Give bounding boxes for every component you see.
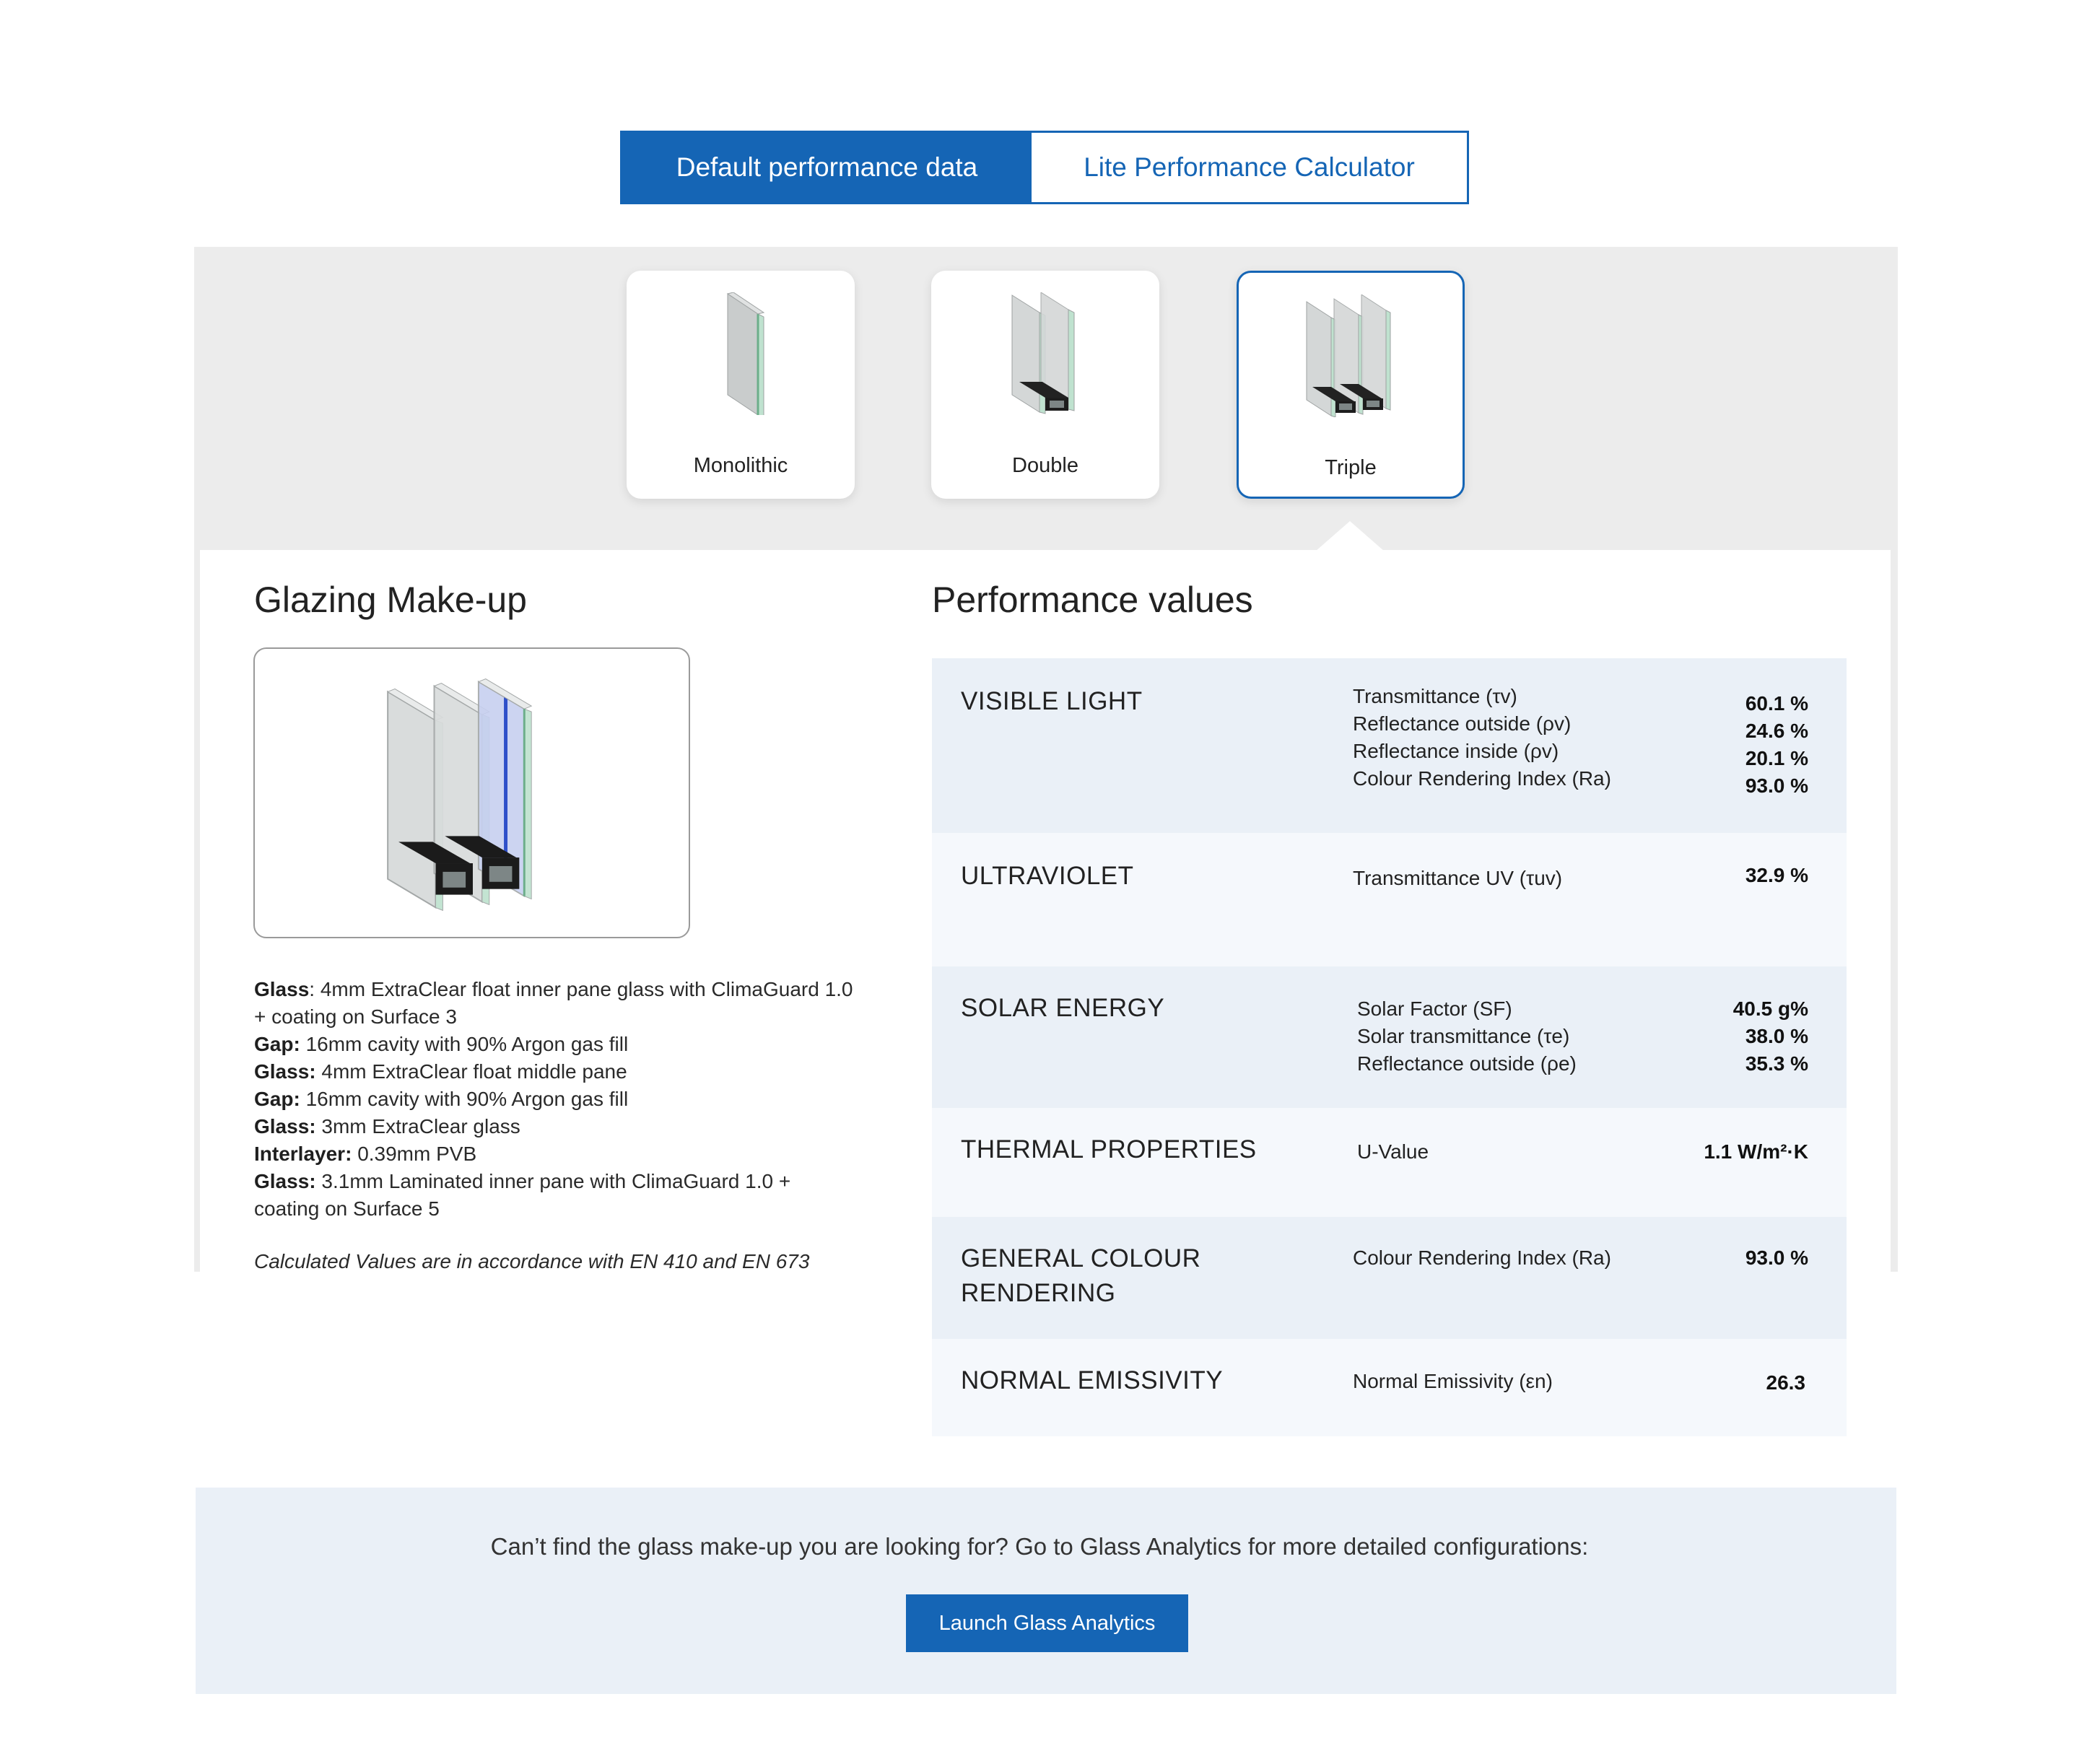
performance-labels: U-Value [1357,1138,1429,1166]
performance-label: Solar transmittance (τe) [1357,1025,1570,1047]
makeup-line-key: Glass: [254,1170,316,1192]
monolithic-glass-icon [726,292,765,415]
performance-label: U-Value [1357,1140,1429,1163]
makeup-line-key: Glass: [254,1060,316,1083]
performance-value: 35.3 % [1745,1052,1808,1075]
double-glazing-icon [1011,292,1075,414]
makeup-line-text: 16mm cavity with 90% Argon gas fill [305,1088,629,1110]
selection-pointer [1315,521,1385,551]
performance-category: VISIBLE LIGHT [961,687,1143,715]
makeup-line-key: Glass [254,978,310,1000]
performance-value: 26.3 [1766,1371,1806,1394]
makeup-line: Glass: 3.1mm Laminated inner pane with C… [254,1168,860,1223]
launch-glass-analytics-button[interactable]: Launch Glass Analytics [906,1594,1188,1652]
glass-analytics-prompt: Can’t find the glass make-up you are loo… [490,1533,1589,1560]
performance-value: 40.5 g% [1732,997,1808,1020]
tab-default-performance-data[interactable]: Default performance data [622,133,1032,202]
glass-type-card-monolithic[interactable]: Monolithic [627,271,855,499]
performance-label: Solar Factor (SF) [1357,997,1512,1020]
calculation-standard-note: Calculated Values are in accordance with… [254,1250,810,1272]
glass-type-card-double[interactable]: Double [931,271,1159,499]
makeup-line: Gap: 16mm cavity with 90% Argon gas fill [254,1031,860,1058]
performance-label: Transmittance UV (τuv) [1353,867,1563,889]
table-row: VISIBLE LIGHT Transmittance (τv) Reflect… [932,658,1847,833]
performance-value: 38.0 % [1745,1025,1808,1047]
performance-label: Reflectance outside (ρe) [1357,1052,1577,1075]
makeup-line-text: 16mm cavity with 90% Argon gas fill [305,1033,629,1055]
makeup-line-text: 4mm ExtraClear float inner pane glass wi… [254,978,853,1028]
performance-value: 32.9 % [1745,864,1808,886]
performance-value: 1.1 W/m²·K [1704,1140,1808,1163]
table-row: NORMAL EMISSIVITY Normal Emissivity (εn)… [932,1339,1847,1436]
makeup-line-key: Gap: [254,1088,300,1110]
performance-value: 24.6 % [1745,720,1808,742]
performance-label: Normal Emissivity (εn) [1353,1370,1553,1392]
performance-values: 40.5 g% 38.0 % 35.3 % [1733,995,1808,1078]
triple-glazing-icon [1306,294,1391,417]
makeup-line: Glass: 3mm ExtraClear glass [254,1113,860,1140]
performance-values-heading: Performance values [932,580,1253,620]
tab-lite-performance-calculator[interactable]: Lite Performance Calculator [1032,133,1467,202]
performance-label: Colour Rendering Index (Ra) [1353,1246,1611,1269]
makeup-line-text: 3.1mm Laminated inner pane with ClimaGua… [254,1170,791,1220]
performance-value: 93.0 % [1745,774,1808,797]
glass-type-label: Triple [1325,456,1377,479]
table-row: GENERAL COLOUR RENDERING Colour Renderin… [932,1217,1847,1339]
performance-label: Reflectance inside (ρv) [1353,740,1559,762]
makeup-line: Glass: 4mm ExtraClear float inner pane g… [254,978,853,1028]
performance-values: 1.1 W/m²·K [1704,1138,1808,1166]
performance-values: 26.3 [1766,1369,1806,1397]
performance-labels: Normal Emissivity (εn) [1353,1368,1553,1395]
performance-label: Reflectance outside (ρv) [1353,712,1572,735]
performance-values: 32.9 % [1745,862,1808,889]
triple-glazing-illustration-icon [387,678,533,912]
glass-type-label: Monolithic [693,454,788,477]
performance-value: 20.1 % [1745,747,1808,769]
table-row: SOLAR ENERGY Solar Factor (SF) Solar tra… [932,966,1847,1108]
performance-category: SOLAR ENERGY [961,994,1165,1022]
glazing-makeup-image [253,647,690,938]
performance-values: 93.0 % [1745,1244,1808,1272]
performance-labels: Colour Rendering Index (Ra) [1353,1244,1611,1272]
performance-category: NORMAL EMISSIVITY [961,1366,1224,1394]
performance-table: VISIBLE LIGHT Transmittance (τv) Reflect… [932,658,1847,1436]
performance-values: 60.1 % 24.6 % 20.1 % 93.0 % [1745,690,1808,800]
makeup-line-text: 4mm ExtraClear float middle pane [321,1060,627,1083]
makeup-line-text: 0.39mm PVB [357,1143,477,1165]
performance-label: Transmittance (τv) [1353,685,1517,707]
makeup-line-key: Gap: [254,1033,300,1055]
makeup-line: Gap: 16mm cavity with 90% Argon gas fill [254,1086,860,1113]
performance-category: ULTRAVIOLET [961,862,1134,890]
makeup-line-key: Interlayer: [254,1143,352,1165]
performance-category: THERMAL PROPERTIES [961,1135,1257,1163]
performance-value: 93.0 % [1745,1246,1808,1269]
performance-labels: Transmittance UV (τuv) [1353,865,1562,892]
performance-labels: Transmittance (τv) Reflectance outside (… [1353,683,1611,793]
glass-type-label: Double [1012,454,1078,477]
table-row: ULTRAVIOLET Transmittance UV (τuv) 32.9 … [932,833,1847,966]
glazing-makeup-heading: Glazing Make-up [254,580,527,620]
makeup-line-text: 3mm ExtraClear glass [321,1115,520,1138]
table-row: THERMAL PROPERTIES U-Value 1.1 W/m²·K [932,1108,1847,1217]
performance-category: GENERAL COLOUR RENDERING [961,1244,1201,1307]
glazing-makeup-description: Glass: 4mm ExtraClear float inner pane g… [254,976,860,1223]
performance-value: 60.1 % [1745,692,1808,715]
glass-type-card-triple[interactable]: Triple [1237,271,1465,499]
performance-label: Colour Rendering Index (Ra) [1353,767,1611,790]
makeup-line: Interlayer: 0.39mm PVB [254,1140,860,1168]
makeup-line: Glass: 4mm ExtraClear float middle pane [254,1058,860,1086]
performance-labels: Solar Factor (SF) Solar transmittance (τ… [1357,995,1577,1078]
glass-analytics-banner [196,1488,1896,1694]
makeup-line-key: Glass: [254,1115,316,1138]
view-tabs: Default performance data Lite Performanc… [620,131,1469,204]
